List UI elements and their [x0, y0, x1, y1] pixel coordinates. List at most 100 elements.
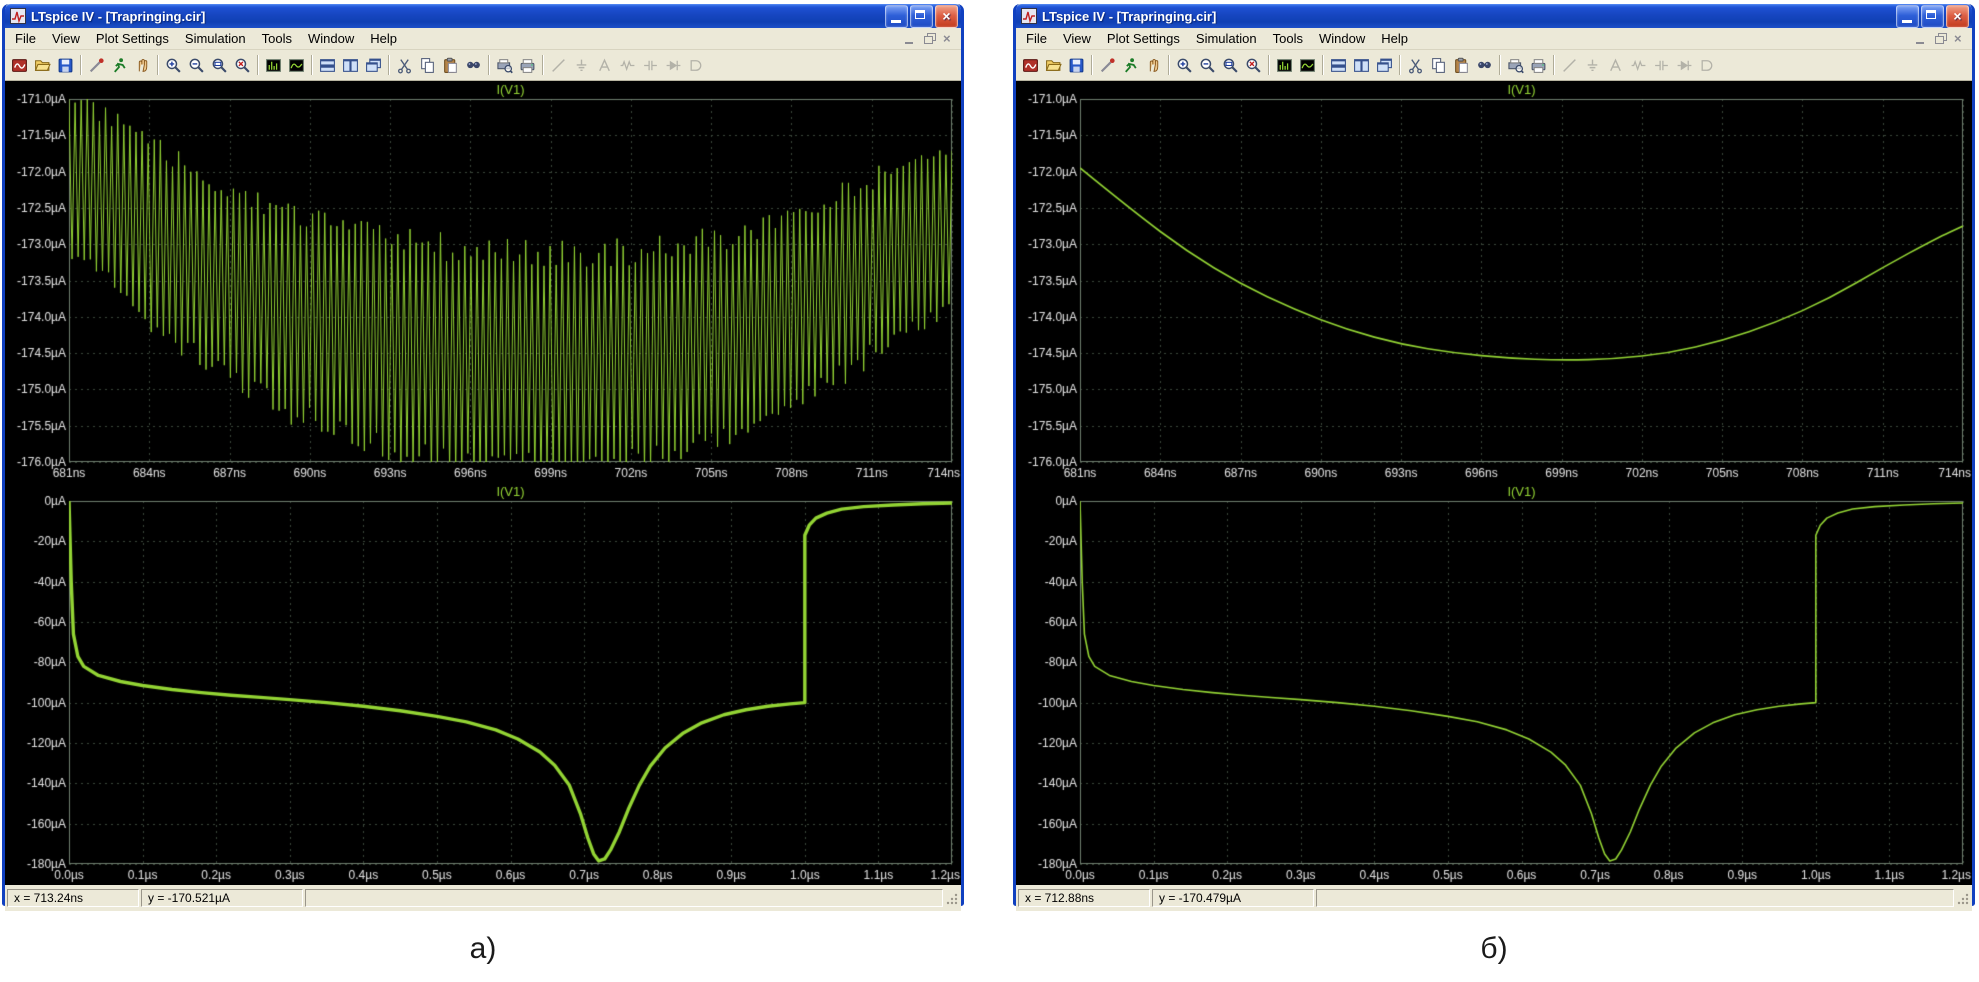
- zoom-out-button[interactable]: [1196, 54, 1219, 77]
- capacitor-button[interactable]: [1650, 54, 1673, 77]
- net-label-button[interactable]: [1604, 54, 1627, 77]
- print-preview-button[interactable]: [493, 54, 516, 77]
- zoom-previous-button[interactable]: [1242, 54, 1265, 77]
- resize-grip[interactable]: [945, 890, 959, 906]
- halt-button[interactable]: [131, 54, 154, 77]
- menu-tools[interactable]: Tools: [1265, 30, 1311, 47]
- new-schematic-button[interactable]: [8, 54, 31, 77]
- waveform-plot-top[interactable]: [5, 81, 961, 483]
- fft-view-button[interactable]: [1273, 54, 1296, 77]
- menu-help[interactable]: Help: [1373, 30, 1416, 47]
- minimize-button[interactable]: [1896, 4, 1919, 28]
- maximize-button[interactable]: [910, 4, 933, 28]
- menu-file[interactable]: File: [7, 30, 44, 47]
- plot-settings-view-button[interactable]: [1296, 54, 1319, 77]
- menu-view[interactable]: View: [1055, 30, 1099, 47]
- print-button[interactable]: [1527, 54, 1550, 77]
- mdi-close-button[interactable]: ×: [1951, 31, 1967, 46]
- mdi-restore-button[interactable]: [1932, 32, 1948, 46]
- find-button[interactable]: [1473, 54, 1496, 77]
- zoom-in-button[interactable]: [162, 54, 185, 77]
- print-preview-button[interactable]: [1504, 54, 1527, 77]
- mdi-close-button[interactable]: ×: [940, 31, 956, 46]
- plot-settings-view-button[interactable]: [285, 54, 308, 77]
- ground-button[interactable]: [570, 54, 593, 77]
- paste-button[interactable]: [439, 54, 462, 77]
- diode-button[interactable]: [1673, 54, 1696, 77]
- resize-grip[interactable]: [1956, 890, 1970, 906]
- draw-wire-button[interactable]: [1558, 54, 1581, 77]
- save-button[interactable]: [1065, 54, 1088, 77]
- menu-window[interactable]: Window: [1311, 30, 1373, 47]
- menu-view[interactable]: View: [44, 30, 88, 47]
- close-button[interactable]: ×: [1946, 4, 1969, 28]
- close-button[interactable]: ×: [935, 4, 958, 28]
- menu-tools[interactable]: Tools: [254, 30, 300, 47]
- probe-button[interactable]: [1096, 54, 1119, 77]
- halt-button[interactable]: [1142, 54, 1165, 77]
- paste-button[interactable]: [1450, 54, 1473, 77]
- resistor-button[interactable]: [1627, 54, 1650, 77]
- fft-view-button[interactable]: [262, 54, 285, 77]
- zoom-full-extents-button[interactable]: [1219, 54, 1242, 77]
- tile-horizontal-button[interactable]: [1327, 54, 1350, 77]
- waveform-plot-bottom[interactable]: [5, 483, 961, 885]
- copy-button[interactable]: [416, 54, 439, 77]
- net-label-button[interactable]: [593, 54, 616, 77]
- tile-vertical-button[interactable]: [339, 54, 362, 77]
- component-icon: [1699, 57, 1716, 74]
- menu-plot-settings[interactable]: Plot Settings: [1099, 30, 1188, 47]
- component-button[interactable]: [1696, 54, 1719, 77]
- cascade-windows-button[interactable]: [362, 54, 385, 77]
- find-button[interactable]: [462, 54, 485, 77]
- copy-button[interactable]: [1427, 54, 1450, 77]
- minimize-button[interactable]: [885, 4, 908, 28]
- ground-button[interactable]: [1581, 54, 1604, 77]
- probe-button[interactable]: [85, 54, 108, 77]
- diode-button[interactable]: [662, 54, 685, 77]
- print-preview-icon: [1507, 57, 1524, 74]
- status-y-readout: y = -170.521µA: [148, 891, 230, 905]
- zoom-full-extents-button[interactable]: [208, 54, 231, 77]
- mdi-minimize-button[interactable]: [902, 32, 918, 46]
- run-button[interactable]: [108, 54, 131, 77]
- toolbar-separator: [1499, 55, 1501, 75]
- new-schematic-button[interactable]: [1019, 54, 1042, 77]
- component-icon: [688, 57, 705, 74]
- waveform-plot-top[interactable]: [1016, 81, 1972, 483]
- save-button[interactable]: [54, 54, 77, 77]
- menu-simulation[interactable]: Simulation: [1188, 30, 1265, 47]
- menu-simulation[interactable]: Simulation: [177, 30, 254, 47]
- cut-button[interactable]: [393, 54, 416, 77]
- draw-wire-button[interactable]: [547, 54, 570, 77]
- run-button[interactable]: [1119, 54, 1142, 77]
- maximize-button[interactable]: [1921, 4, 1944, 28]
- zoom-in-button[interactable]: [1173, 54, 1196, 77]
- menu-plot-settings[interactable]: Plot Settings: [88, 30, 177, 47]
- print-button[interactable]: [516, 54, 539, 77]
- new-schematic-icon: [11, 57, 28, 74]
- cut-button[interactable]: [1404, 54, 1427, 77]
- menu-file[interactable]: File: [1018, 30, 1055, 47]
- zoom-out-button[interactable]: [185, 54, 208, 77]
- mdi-restore-button[interactable]: [921, 32, 937, 46]
- toolbar-separator: [257, 55, 259, 75]
- titlebar[interactable]: LTspice IV - [Trapringing.cir] ×: [1016, 4, 1972, 28]
- menu-window[interactable]: Window: [300, 30, 362, 47]
- waveform-plot-bottom[interactable]: [1016, 483, 1972, 885]
- tile-vertical-button[interactable]: [1350, 54, 1373, 77]
- zoom-previous-button[interactable]: [231, 54, 254, 77]
- cascade-windows-button[interactable]: [1373, 54, 1396, 77]
- menu-help[interactable]: Help: [362, 30, 405, 47]
- resistor-button[interactable]: [616, 54, 639, 77]
- open-button[interactable]: [31, 54, 54, 77]
- resistor-icon: [1630, 57, 1647, 74]
- tile-horizontal-button[interactable]: [316, 54, 339, 77]
- component-button[interactable]: [685, 54, 708, 77]
- titlebar[interactable]: LTspice IV - [Trapringing.cir] ×: [5, 4, 961, 28]
- capacitor-button[interactable]: [639, 54, 662, 77]
- open-button[interactable]: [1042, 54, 1065, 77]
- window-title: LTspice IV - [Trapringing.cir]: [31, 8, 206, 24]
- zoom-in-icon: [1176, 57, 1193, 74]
- mdi-minimize-button[interactable]: [1913, 32, 1929, 46]
